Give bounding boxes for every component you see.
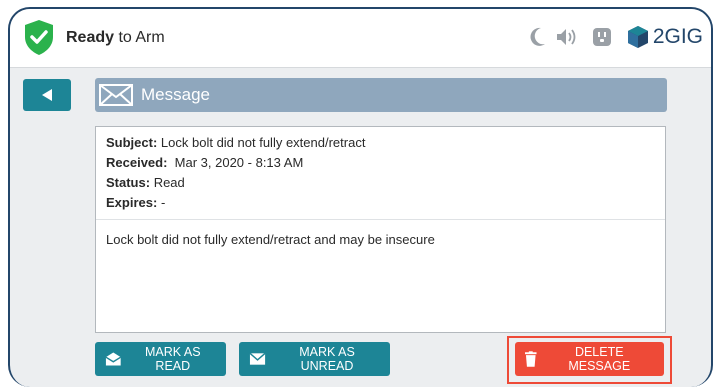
envelope-icon [99,84,133,106]
moon-icon[interactable] [530,27,546,47]
mark-as-read-label: MARK AS READ [145,345,201,373]
expires-row: Expires: - [106,193,655,213]
mark-as-unread-label: MARK AS UNREAD [299,345,355,373]
mark-as-unread-button[interactable]: MARK AS UNREAD [239,342,390,376]
status-value: Read [153,175,185,190]
mark-as-read-button[interactable]: MARK AS READ [95,342,226,376]
status-label: Status: [106,175,151,190]
status-rest: to Arm [114,29,165,46]
expires-value: - [160,195,166,210]
received-label: Received: [106,155,168,170]
brand-name: 2GIG [652,25,703,48]
envelope-closed-icon [249,352,266,365]
status-bold: Ready [66,29,115,46]
subject-value: Lock bolt did not fully extend/retract [160,135,366,150]
outlet-icon[interactable] [592,27,612,47]
message-meta: Subject: Lock bolt did not fully extend/… [96,127,665,213]
received-value: Mar 3, 2020 - 8:13 AM [174,155,304,170]
delete-message-label: DELETE MESSAGE [568,345,631,373]
device-frame: Ready to Arm 2GIG Message Subject: Lock … [8,7,713,387]
status-row: Status: Read [106,173,655,193]
subject-label: Subject: [106,135,158,150]
expires-label: Expires: [106,195,158,210]
shield-check-icon [25,20,53,55]
back-arrow-icon [42,89,52,101]
message-body: Lock bolt did not fully extend/retract a… [106,232,435,247]
speaker-icon[interactable] [556,27,578,47]
system-status: Ready to Arm [66,29,165,47]
divider [96,219,665,220]
message-details: Subject: Lock bolt did not fully extend/… [95,126,666,333]
subject-row: Subject: Lock bolt did not fully extend/… [106,133,655,153]
trash-icon [525,351,537,367]
envelope-open-icon [105,352,122,366]
cube-logo-icon [627,26,648,48]
back-button[interactable] [23,79,71,111]
message-title: Message [141,85,210,104]
message-header: Message [95,78,667,112]
top-status-bar: Ready to Arm 2GIG [10,9,711,68]
brand-logo: 2GIG [627,23,703,51]
received-row: Received: Mar 3, 2020 - 8:13 AM [106,153,655,173]
delete-message-button[interactable]: DELETE MESSAGE [515,342,664,376]
